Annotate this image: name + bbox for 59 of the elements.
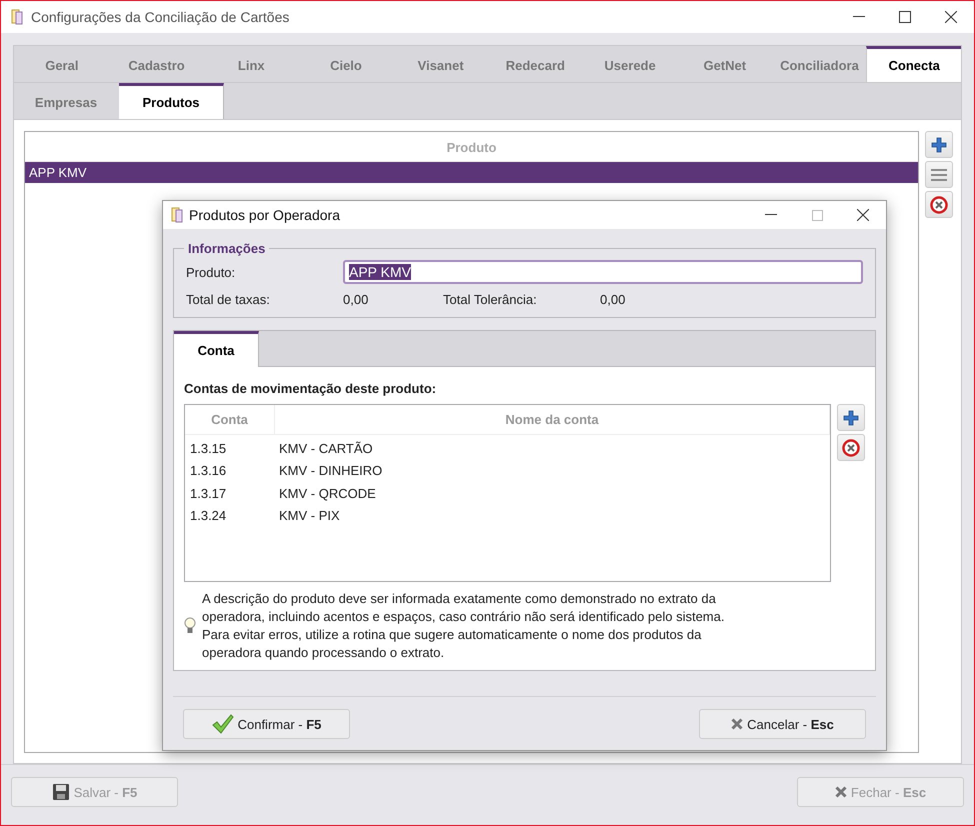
app-icon: [171, 207, 183, 223]
tab[interactable]: Produtos: [119, 83, 224, 119]
table-cell-text: KMV - CARTÃO: [279, 440, 374, 456]
table-cell-text: KMV - QRCODE: [279, 486, 377, 501]
field-label: Total de taxas:: [186, 292, 271, 307]
group-title: Informações: [187, 241, 266, 256]
tab[interactable]: Visanet: [392, 46, 488, 82]
tab[interactable]: Userede: [582, 46, 677, 82]
remove-icon: [842, 438, 860, 456]
floppy-icon: [52, 783, 70, 801]
add-button[interactable]: [837, 404, 865, 431]
input-field[interactable]: APP KMV: [343, 260, 863, 284]
confirm-button[interactable]: Confirmar - F5: [183, 709, 350, 739]
remove-button[interactable]: [925, 191, 953, 218]
tab[interactable]: Cadastro: [108, 46, 204, 82]
section-heading: Contas de movimentação deste produto:: [184, 381, 438, 396]
dialog-title: Produtos por Operadora: [189, 207, 341, 223]
list-button[interactable]: [925, 161, 953, 188]
maximize-icon[interactable]: [899, 11, 911, 23]
minimize-icon[interactable]: [765, 214, 777, 216]
checkmark-icon: [212, 714, 234, 734]
tab[interactable]: Conecta: [866, 46, 962, 82]
tab[interactable]: Conta: [174, 331, 259, 367]
minimize-icon[interactable]: [853, 16, 865, 18]
table-cell-text: 1.3.16: [190, 463, 228, 478]
table-cell-text: 1.3.15: [190, 440, 228, 456]
cancel-button[interactable]: Cancelar - Esc: [699, 709, 866, 739]
table-cell-text: KMV - PIX: [279, 508, 341, 524]
tab[interactable]: Cielo: [298, 46, 393, 82]
table-cell-text: KMV - DINHEIRO: [279, 463, 384, 478]
remove-button[interactable]: [837, 434, 865, 461]
tab[interactable]: Redecard: [488, 46, 582, 82]
tab[interactable]: Conciliadora: [772, 46, 866, 82]
column-header: Conta: [185, 405, 275, 434]
field-value: 0,00: [600, 292, 626, 307]
lightbulb-icon: [184, 617, 196, 635]
app-icon: [11, 9, 23, 25]
remove-icon: [930, 196, 948, 214]
tab[interactable]: Geral: [14, 46, 109, 82]
list-icon: [931, 168, 947, 180]
tab[interactable]: GetNet: [676, 46, 772, 82]
add-button[interactable]: [925, 131, 953, 158]
close-icon: [834, 786, 847, 798]
field-label: Produto:: [186, 264, 236, 280]
list-row[interactable]: APP KMV: [25, 162, 918, 183]
column-header: Nome da conta: [275, 405, 830, 434]
table-cell-text: 1.3.17: [190, 486, 228, 501]
plus-icon: [931, 136, 947, 152]
tab[interactable]: Empresas: [14, 83, 119, 119]
table-cell-text: 1.3.24: [190, 508, 228, 524]
hint-text: A descrição do produto deve ser informada exatamente como demonstrado no extrato da operadora, incluindo acentos e espaços, caso contrário não será identificado pelo sistema. Para evitar erros, utilize a rotina que sugere automaticamente o nome dos produtos da operadora quando processando o extrato.: [202, 590, 726, 662]
close-icon: [731, 718, 744, 730]
close-icon[interactable]: [857, 209, 869, 221]
plus-icon: [843, 410, 859, 426]
field-label: Total Tolerância:: [443, 292, 538, 307]
close-icon[interactable]: [945, 11, 957, 23]
tab[interactable]: Linx: [203, 46, 298, 82]
field-value: 0,00: [343, 292, 370, 307]
window-title: Configurações da Conciliação de Cartões: [31, 9, 290, 25]
